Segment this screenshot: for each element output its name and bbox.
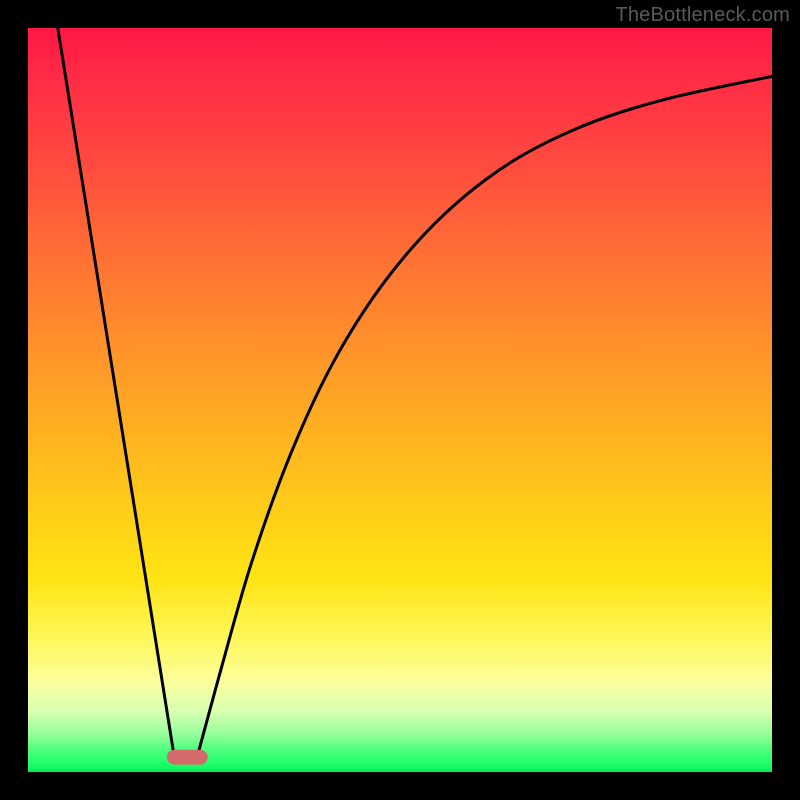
chart-curves [58,28,772,750]
chart-overlay [0,0,800,800]
bottom-marker-pill [167,750,208,765]
chart-frame: TheBottleneck.com [0,0,800,800]
curve-left [58,28,173,750]
curve-right [199,76,772,749]
watermark-text: TheBottleneck.com [615,4,790,27]
